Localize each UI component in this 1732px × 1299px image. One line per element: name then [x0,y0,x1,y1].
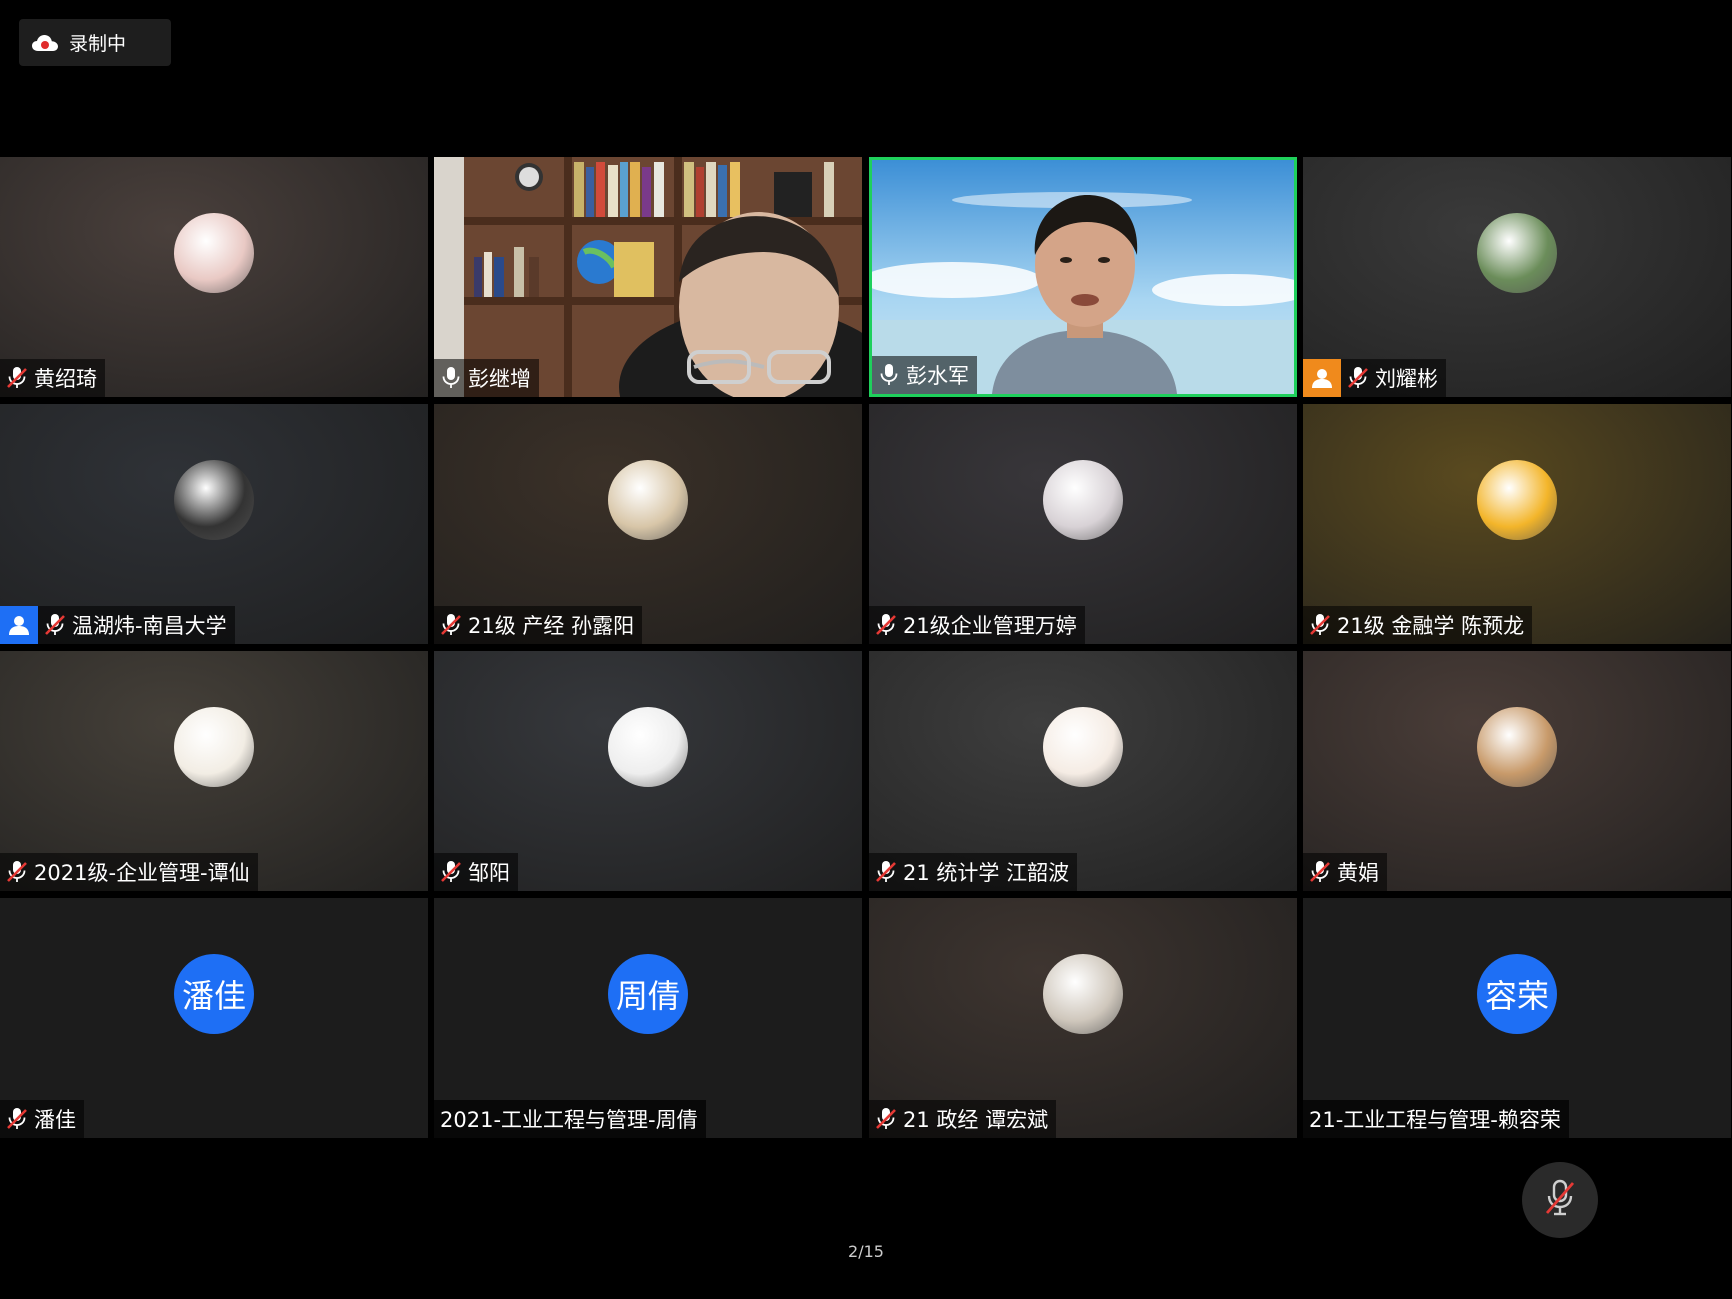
participant-name: 21 政经 谭宏斌 [903,1108,1049,1132]
participant-tile[interactable]: 刘耀彬 [1303,157,1731,397]
mute-toggle-button[interactable] [1522,1162,1598,1238]
participant-name-bar: 21 统计学 江韶波 [869,853,1078,891]
participant-tile[interactable]: 彭水军 [869,157,1297,397]
participant-grid: 黄绍琦 彭继增 彭水军 刘耀彬温湖炜-南昌大学 21级 产经 孙露阳 21级企业管理万婷 2… [0,157,1732,1141]
participant-name: 彭水军 [906,364,969,388]
participant-name-bar: 潘佳 [0,1100,84,1138]
participant-name-bar: 温湖炜-南昌大学 [0,606,235,644]
participant-avatar [1477,460,1557,540]
participant-tile[interactable]: 21级 产经 孙露阳 [434,404,862,644]
participant-name-bar: 彭继增 [434,359,539,397]
recording-indicator[interactable]: 录制中 [19,19,171,66]
participant-avatar [174,213,254,293]
participant-name: 21级 产经 孙露阳 [468,614,635,638]
mic-muted-icon [6,860,28,884]
participant-name-bar: 彭水军 [872,356,977,394]
mic-muted-icon [1309,613,1331,637]
participant-tile[interactable]: 21级企业管理万婷 [869,404,1297,644]
participant-avatar [174,460,254,540]
mic-muted-icon [875,860,897,884]
meeting-window: 录制中 黄绍琦 彭继增 彭水军 刘耀彬温湖炜-南昌大学 21级 产经 孙露阳 21级企业管… [0,0,1732,1299]
participant-name: 黄娟 [1337,861,1379,885]
mic-on-icon [878,363,900,387]
participant-tile[interactable]: 2021级-企业管理-谭仙 [0,651,428,891]
participant-name: 黄绍琦 [34,367,97,391]
participant-avatar [174,707,254,787]
participant-name-bar: 21级 金融学 陈预龙 [1303,606,1533,644]
participant-initials-avatar: 周倩 [608,954,688,1034]
participant-avatar [608,460,688,540]
participant-name: 彭继增 [468,367,531,391]
participant-name: 2021-工业工程与管理-周倩 [440,1108,698,1132]
cloud-record-icon [31,33,59,53]
participant-name-bar: 邹阳 [434,853,518,891]
participant-avatar [1043,954,1123,1034]
mic-muted-icon [1309,860,1331,884]
participant-name-bar: 21级 产经 孙露阳 [434,606,643,644]
participant-name-bar: 21-工业工程与管理-赖容荣 [1303,1100,1569,1138]
participant-name-bar: 黄绍琦 [0,359,105,397]
participant-avatar [1043,707,1123,787]
mic-muted-icon [875,1107,897,1131]
participant-name: 21-工业工程与管理-赖容荣 [1309,1108,1561,1132]
participant-name-bar: 21 政经 谭宏斌 [869,1100,1057,1138]
participant-avatar [1477,213,1557,293]
participant-tile[interactable]: 黄绍琦 [0,157,428,397]
participant-tile[interactable]: 21级 金融学 陈预龙 [1303,404,1731,644]
participant-tile[interactable]: 彭继增 [434,157,862,397]
mic-muted-icon [440,613,462,637]
participant-name-bar: 刘耀彬 [1303,359,1446,397]
participant-tile[interactable]: 21 政经 谭宏斌 [869,898,1297,1138]
participant-name-bar: 黄娟 [1303,853,1387,891]
participant-tile[interactable]: 周倩 2021-工业工程与管理-周倩 [434,898,862,1138]
participant-name: 21级企业管理万婷 [903,614,1077,638]
host-role-icon [1303,359,1341,397]
participant-name: 邹阳 [468,861,510,885]
mic-off-icon [1543,1179,1577,1221]
mic-muted-icon [6,366,28,390]
mic-muted-icon [875,613,897,637]
participant-avatar [608,707,688,787]
participant-name-bar: 2021-工业工程与管理-周倩 [434,1100,706,1138]
participant-name: 刘耀彬 [1375,367,1438,391]
mic-muted-icon [1347,366,1369,390]
participant-name: 21 统计学 江韶波 [903,861,1070,885]
mic-on-icon [440,366,462,390]
participant-tile[interactable]: 邹阳 [434,651,862,891]
mic-muted-icon [44,613,66,637]
participant-avatar [1043,460,1123,540]
mic-muted-icon [440,860,462,884]
participant-name: 2021级-企业管理-谭仙 [34,861,250,885]
mic-muted-icon [6,1107,28,1131]
recording-label: 录制中 [69,33,127,55]
participant-name-bar: 2021级-企业管理-谭仙 [0,853,258,891]
participant-name: 温湖炜-南昌大学 [72,614,227,638]
page-indicator: 2/15 [848,1242,884,1261]
participant-initials-avatar: 容荣 [1477,954,1557,1034]
participant-tile[interactable]: 潘佳 潘佳 [0,898,428,1138]
participant-tile[interactable]: 黄娟 [1303,651,1731,891]
cohost-role-icon [0,606,38,644]
participant-tile[interactable]: 容荣 21-工业工程与管理-赖容荣 [1303,898,1731,1138]
participant-avatar [1477,707,1557,787]
participant-name: 潘佳 [34,1108,76,1132]
participant-name-bar: 21级企业管理万婷 [869,606,1085,644]
participant-initials-avatar: 潘佳 [174,954,254,1034]
participant-name: 21级 金融学 陈预龙 [1337,614,1525,638]
participant-tile[interactable]: 温湖炜-南昌大学 [0,404,428,644]
participant-tile[interactable]: 21 统计学 江韶波 [869,651,1297,891]
